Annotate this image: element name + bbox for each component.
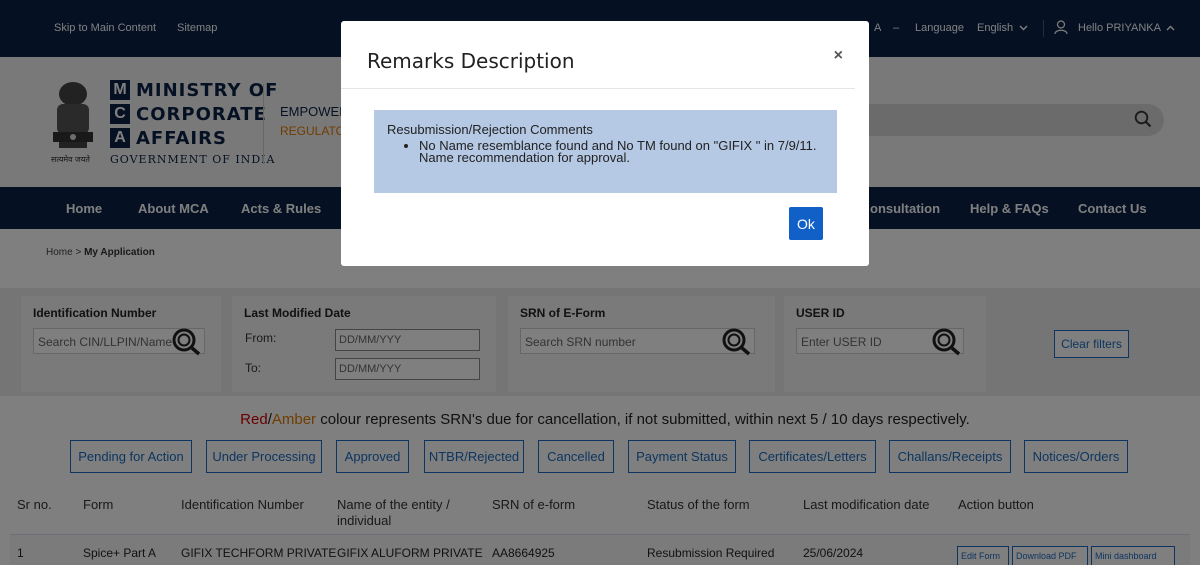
remarks-dialog: Remarks Description × Resubmission/Rejec… bbox=[341, 21, 869, 266]
dialog-divider bbox=[341, 88, 855, 89]
comments-list: No Name resemblance found and No TM foun… bbox=[419, 139, 824, 164]
comments-heading: Resubmission/Rejection Comments bbox=[387, 122, 593, 137]
dialog-title: Remarks Description bbox=[367, 49, 575, 73]
remarks-box: Resubmission/Rejection Comments No Name … bbox=[374, 110, 837, 193]
ok-button[interactable]: Ok bbox=[789, 207, 823, 240]
close-icon[interactable]: × bbox=[834, 47, 843, 65]
comment-item: No Name resemblance found and No TM foun… bbox=[419, 139, 824, 164]
